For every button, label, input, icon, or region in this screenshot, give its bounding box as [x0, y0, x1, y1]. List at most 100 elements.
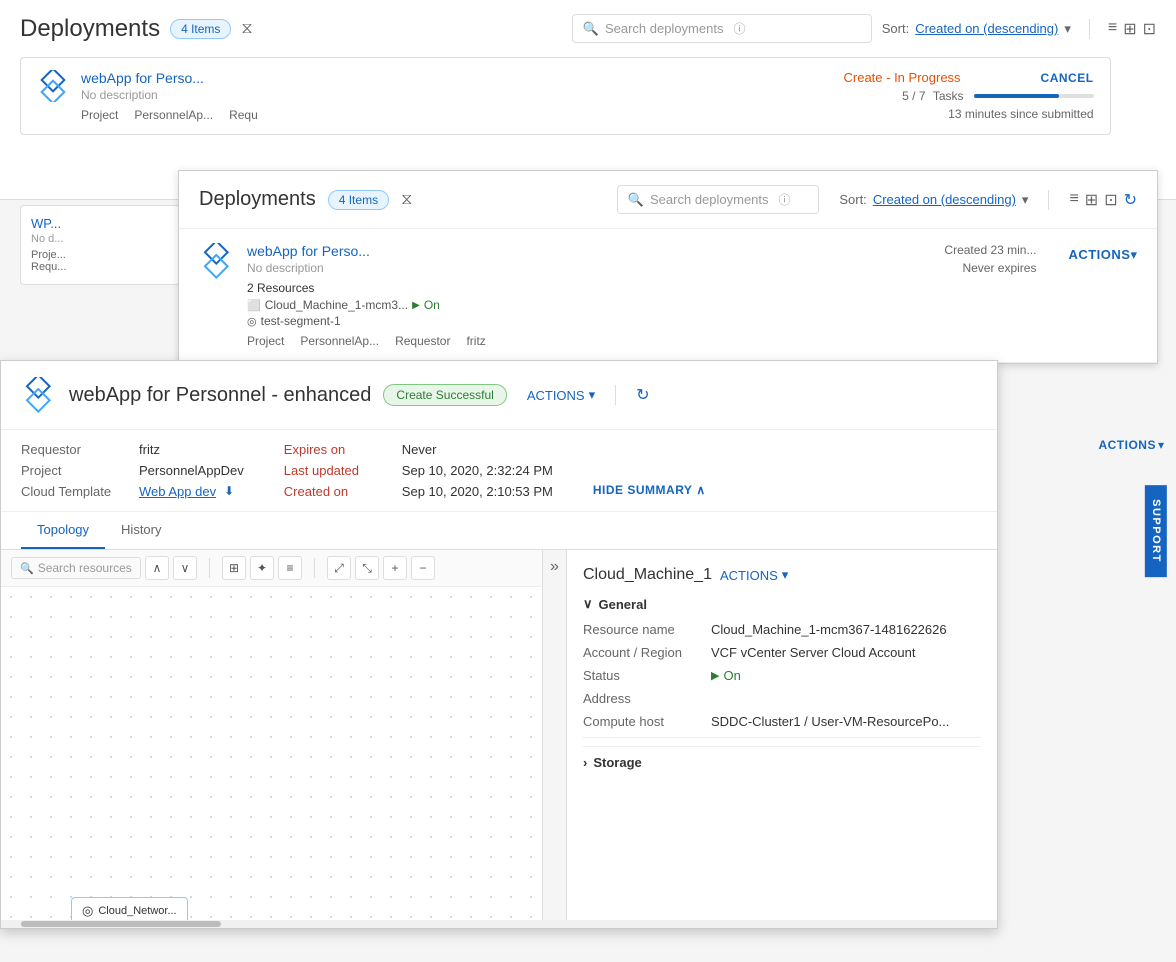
topo-zoom-in-btn[interactable]: +	[383, 556, 407, 580]
panel2-sort-label: Sort:	[839, 192, 866, 207]
right-actions-1-chevron[interactable]: ▾	[1158, 438, 1164, 452]
detail-actions-btn[interactable]: ACTIONS ▾	[527, 387, 595, 403]
detail-refresh-btn[interactable]: ↻	[636, 385, 649, 405]
tab-topology[interactable]: Topology	[21, 512, 105, 549]
support-label: SUPPORT	[1150, 499, 1162, 563]
bg-page-title: Deployments	[20, 15, 160, 43]
resource-actions-label[interactable]: ACTIONS	[720, 568, 778, 583]
topo-list-view-btn[interactable]: ≡	[278, 556, 302, 580]
bg-sort-area: Sort: Created on (descending) ▾	[882, 21, 1071, 37]
resource-header: Cloud_Machine_1 ACTIONS ▾	[583, 566, 981, 584]
hide-summary-btn[interactable]: HIDE SUMMARY ∧	[593, 483, 706, 497]
bg-card1-meta: Project PersonnelAp... Requ	[81, 108, 832, 122]
panel2-resource2: test-segment-1	[261, 314, 341, 328]
bottom-scrollbar[interactable]	[1, 920, 997, 928]
bg-header: Deployments 4 Items ⧖ 🔍 Search deploymen…	[20, 14, 1156, 43]
detail-summary: Requestor fritz Project PersonnelAppDev …	[1, 430, 997, 512]
panel2-sort-value[interactable]: Created on (descending)	[873, 192, 1016, 207]
detail-requestor-label: Requestor	[21, 442, 131, 457]
bg-search-bar[interactable]: 🔍 Search deployments ⓘ	[572, 14, 872, 43]
prop-address-label: Address	[583, 691, 703, 706]
bg-card1-cancel[interactable]: CANCEL	[1041, 71, 1094, 85]
prop-resource-name-label: Resource name	[583, 622, 703, 637]
topo-divider1	[209, 558, 210, 578]
panel2-grid-view[interactable]: ⊞	[1085, 190, 1098, 210]
detail-panel: webApp for Personnel - enhanced Create S…	[0, 360, 998, 929]
panel2-card-title[interactable]: webApp for Perso...	[247, 243, 824, 259]
bg-grid-view-icon[interactable]: ⊞	[1123, 19, 1136, 39]
detail-ct-value[interactable]: Web App dev	[139, 484, 216, 499]
storage-section-header[interactable]: › Storage	[583, 746, 981, 770]
topo-search-icon: 🔍	[20, 562, 34, 575]
bg-card1-project-label: Project	[81, 108, 118, 122]
panel2-resources-text: 2 Resources	[247, 281, 314, 295]
topo-node-network[interactable]: ◎ Cloud_Networ...	[71, 897, 188, 920]
panel2-card-actions[interactable]: ACTIONS ▾	[1068, 243, 1137, 263]
topo-divider2	[314, 558, 315, 578]
right-actions-1[interactable]: ACTIONS ▾	[1086, 430, 1176, 460]
panel2-refresh-icon[interactable]: ↻	[1124, 190, 1137, 210]
bg-sort-chevron[interactable]: ▾	[1064, 21, 1071, 37]
panel2-resource2-row: ◎ test-segment-1	[247, 314, 824, 328]
general-expand-icon: ∨	[583, 596, 593, 612]
bg-card1-title[interactable]: webApp for Perso...	[81, 70, 832, 86]
bg-card-1: webApp for Perso... No description Proje…	[20, 57, 1111, 135]
bg-card1-progress-row: 5 / 7 Tasks	[902, 89, 1093, 103]
detail-ct-download-icon[interactable]: ⬇	[224, 484, 234, 499]
support-button[interactable]: SUPPORT	[1145, 485, 1167, 577]
prop-account-label: Account / Region	[583, 645, 703, 660]
topo-connections-svg	[1, 587, 542, 920]
panel2-filter-icon[interactable]: ⧖	[401, 191, 412, 209]
panel2-list-view[interactable]: ≡	[1069, 190, 1078, 210]
panel2-view-icons: ≡ ⊞ ⊡ ↻	[1069, 190, 1137, 210]
topo-sort-desc-icon[interactable]: ∨	[173, 556, 197, 580]
bg-card-2: WP... No d... Proje... Requ...	[20, 205, 180, 285]
bg-card1-requestor-label: Requ	[229, 108, 258, 122]
prop-compute-host: Compute host SDDC-Cluster1 / User-VM-Res…	[583, 714, 981, 729]
bg-sort-label: Sort:	[882, 21, 909, 36]
detail-created-label: Created on	[284, 484, 394, 499]
panel2-info-icon: ⓘ	[779, 191, 791, 208]
bg-card1-progress-bar-wrap	[974, 94, 1094, 98]
detail-actions-label[interactable]: ACTIONS	[527, 388, 585, 403]
resource-actions-chevron[interactable]: ▾	[782, 567, 789, 583]
panel2-divider	[1048, 190, 1049, 210]
topo-node-view-btn[interactable]: ✦	[250, 556, 274, 580]
panel2-search-bar[interactable]: 🔍 Search deployments ⓘ	[617, 185, 820, 214]
bg-card2-desc: No d...	[31, 233, 169, 245]
bg-card2-title[interactable]: WP...	[31, 216, 169, 231]
resource-actions-btn[interactable]: ACTIONS ▾	[720, 567, 788, 583]
topo-collapse-btn[interactable]: ⤡	[355, 556, 379, 580]
storage-section-label: Storage	[593, 755, 641, 770]
prop-address: Address	[583, 691, 981, 706]
panel2-resource1-play-icon: ▶	[412, 300, 420, 311]
topo-grid-view-btn[interactable]: ⊞	[222, 556, 246, 580]
bg-grid2-view-icon[interactable]: ⊡	[1143, 19, 1156, 39]
prop-status-play-icon: ▶	[711, 669, 719, 682]
bg-info-icon: ⓘ	[733, 20, 745, 37]
right-actions-1-label[interactable]: ACTIONS	[1098, 438, 1156, 452]
detail-actions-chevron[interactable]: ▾	[589, 387, 596, 403]
prop-status-text: On	[723, 668, 740, 683]
bg-card1-progress-bar	[974, 94, 1059, 98]
topo-canvas: ◎ Cloud_Networ... ⬜ Cloud_Machin...	[1, 587, 542, 920]
prop-status-value: ▶ On	[711, 668, 741, 683]
panel2-sort-chevron[interactable]: ▾	[1022, 192, 1029, 208]
panel2-actions-chevron[interactable]: ▾	[1130, 247, 1137, 263]
panel2-title: Deployments	[199, 188, 316, 211]
tab-history[interactable]: History	[105, 512, 177, 549]
general-section-header[interactable]: ∨ General	[583, 596, 981, 612]
hide-summary-text: HIDE SUMMARY	[593, 483, 693, 497]
topo-sort-asc-icon[interactable]: ∧	[145, 556, 169, 580]
topo-zoom-out-btn[interactable]: −	[411, 556, 435, 580]
panel2-actions-btn[interactable]: ACTIONS	[1068, 247, 1130, 262]
bg-sort-value[interactable]: Created on (descending)	[915, 21, 1058, 36]
prop-status: Status ▶ On	[583, 668, 981, 683]
topo-expand-btn[interactable]: ⤢	[327, 556, 351, 580]
topo-search-input[interactable]: 🔍 Search resources	[11, 557, 141, 579]
bg-list-view-icon[interactable]: ≡	[1108, 19, 1117, 39]
bg-filter-icon[interactable]: ⧖	[241, 20, 252, 38]
panel2-grid2-view[interactable]: ⊡	[1104, 190, 1117, 210]
scrollbar-thumb[interactable]	[21, 921, 221, 927]
topo-expand-panel-btn[interactable]: »	[543, 550, 567, 920]
